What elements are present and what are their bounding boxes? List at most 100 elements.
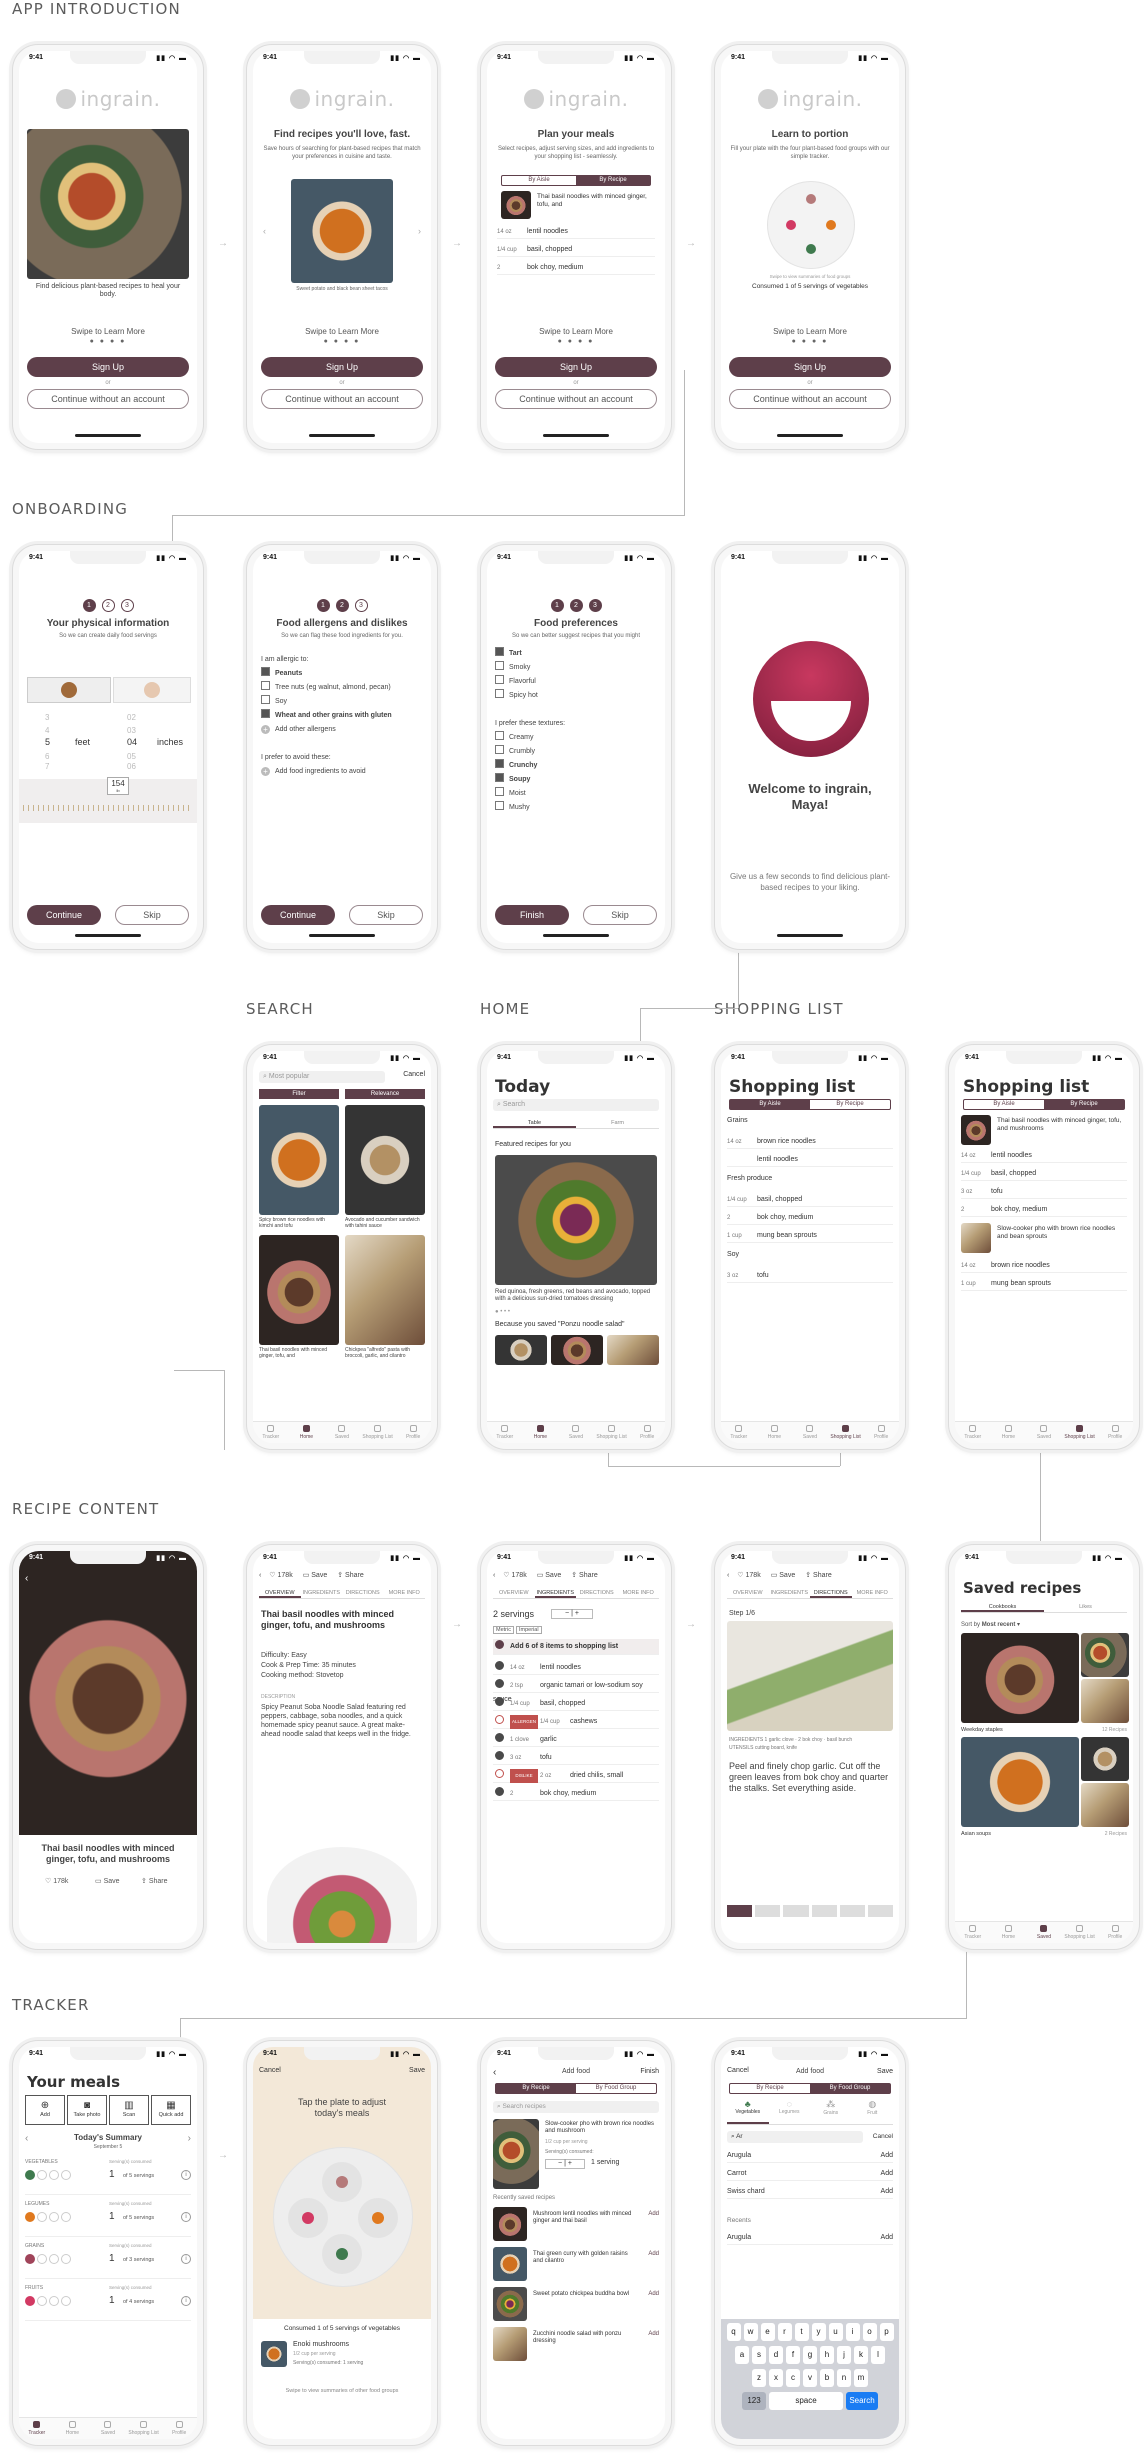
tab-tracker[interactable]: Tracker <box>955 1422 991 1443</box>
empty-serving-dot[interactable] <box>61 2296 71 2306</box>
tab-ingredients[interactable]: INGREDIENTS <box>769 1587 811 1598</box>
check-icon[interactable] <box>495 1733 504 1742</box>
key-o[interactable]: o <box>862 2323 877 2341</box>
tab-tracker[interactable]: Tracker <box>19 2418 55 2439</box>
share-button[interactable]: ⇪ Share <box>805 1572 832 1579</box>
list-item[interactable]: 1/4 cup basil, chopped <box>961 1167 1127 1181</box>
tab-likes[interactable]: Likes <box>1044 1601 1127 1612</box>
allergen-tree-nuts[interactable]: Tree nuts (eg walnut, almond, pecan) <box>261 681 423 695</box>
recipe-card-title[interactable]: Spicy brown rice noodles with kimchi and… <box>259 1217 339 1229</box>
recipe-thumb[interactable] <box>495 1335 547 1365</box>
pref-tart[interactable]: Tart <box>495 647 657 661</box>
key-123[interactable]: 123 <box>742 2392 766 2410</box>
check-icon[interactable] <box>495 1787 504 1796</box>
pref-spicy[interactable]: Spicy hot <box>495 689 657 703</box>
add-button[interactable]: Add <box>648 2331 659 2337</box>
tab-saved[interactable]: Saved <box>792 1422 828 1443</box>
sign-up-button[interactable]: Sign Up <box>729 357 891 377</box>
avatar-female[interactable] <box>113 677 191 703</box>
tab-profile[interactable]: Profile <box>161 2418 197 2439</box>
recipe-card-title[interactable]: Avocado and cucumber sandwich with tahin… <box>345 1217 425 1229</box>
tab-shopping[interactable]: Shopping List <box>360 1422 396 1443</box>
keyboard[interactable]: qwertyuiop asdfghjkl zxcvbnm 123 space Searc… <box>721 2319 899 2439</box>
search-input[interactable]: ⌕ Search <box>493 1099 659 1111</box>
key-g[interactable]: g <box>803 2346 817 2364</box>
continue-without-account-button[interactable]: Continue without an account <box>27 389 189 409</box>
key-s[interactable]: s <box>752 2346 766 2364</box>
list-item[interactable]: 2 bok choy, medium <box>961 1203 1127 1217</box>
key-h[interactable]: h <box>820 2346 834 2364</box>
key-v[interactable]: v <box>803 2369 817 2387</box>
save-button[interactable]: ▭ Save <box>537 1572 562 1579</box>
aisle-recipe-toggle[interactable]: By Aisle By Recipe <box>963 1099 1125 1110</box>
list-item[interactable]: 2 bok choy, medium <box>727 1211 893 1225</box>
tab-ingredients[interactable]: INGREDIENTS <box>301 1587 343 1598</box>
empty-serving-dot[interactable] <box>37 2296 47 2306</box>
list-item[interactable]: Carrot Add <box>727 2167 893 2181</box>
check-icon[interactable] <box>495 1679 504 1688</box>
key-p[interactable]: p <box>879 2323 894 2341</box>
height-picker[interactable]: 34 02 03 5 feet 04 inches 67 05 06 <box>19 711 197 773</box>
key-l[interactable]: l <box>871 2346 885 2364</box>
tex-crumbly[interactable]: Crumbly <box>495 745 657 759</box>
aisle-recipe-toggle[interactable]: By Aisle By Recipe <box>501 175 651 186</box>
key-k[interactable]: k <box>854 2346 868 2364</box>
back-icon[interactable]: ‹ <box>259 1572 263 1579</box>
skip-button[interactable]: Skip <box>115 905 189 925</box>
key-c[interactable]: c <box>786 2369 800 2387</box>
save-button[interactable]: ▭ Save <box>303 1572 328 1579</box>
servings-stepper[interactable]: − | + <box>545 2159 585 2169</box>
pref-smoky[interactable]: Smoky <box>495 661 657 675</box>
like-button[interactable]: ♡ 178k <box>269 1572 292 1579</box>
step-progress-bar[interactable] <box>727 1905 894 1917</box>
info-icon[interactable]: i <box>181 2212 191 2222</box>
tab-saved[interactable]: Saved <box>1026 1422 1062 1443</box>
save-button[interactable]: ▭ Save <box>771 1572 796 1579</box>
aisle-recipe-toggle[interactable]: By Aisle By Recipe <box>729 1099 891 1110</box>
page-dots[interactable]: ● ● ● ● <box>253 338 431 345</box>
tex-moist[interactable]: Moist <box>495 787 657 801</box>
ingredient-row[interactable]: DISLIKE 2 oz dried chilis, small <box>493 1769 659 1783</box>
key-j[interactable]: j <box>837 2346 851 2364</box>
tab-profile[interactable]: Profile <box>863 1422 899 1443</box>
tab-tracker[interactable]: Tracker <box>955 1922 991 1943</box>
portion-plate[interactable] <box>273 2147 413 2287</box>
tab-shopping[interactable]: Shopping List <box>594 1422 630 1443</box>
ingredient-row[interactable]: 14 oz lentil noodles <box>493 1661 659 1675</box>
empty-serving-dot[interactable] <box>49 2296 59 2306</box>
add-all-to-list[interactable]: Add 6 of 8 items to shopping list <box>493 1639 659 1655</box>
tab-saved[interactable]: Saved <box>558 1422 594 1443</box>
share-button[interactable]: ⇪ Share <box>571 1572 598 1579</box>
cancel-button[interactable]: Cancel <box>403 1071 425 1078</box>
tab-overview[interactable]: OVERVIEW <box>259 1587 301 1598</box>
cancel-button[interactable]: Cancel <box>259 2067 281 2074</box>
carousel-dots[interactable]: ● • • • <box>495 1309 510 1315</box>
back-icon[interactable]: ‹ <box>493 1572 497 1579</box>
recipe-card-title[interactable]: Thai basil noodles with minced ginger, t… <box>259 1347 339 1359</box>
empty-serving-dot[interactable] <box>49 2254 59 2264</box>
tab-vegetables[interactable]: ♣ Vegetables <box>727 2099 769 2124</box>
recipe-thumb[interactable] <box>551 1335 603 1365</box>
back-icon[interactable]: ‹ <box>727 1572 731 1579</box>
save-button[interactable]: Save <box>877 2068 893 2075</box>
tab-tracker[interactable]: Tracker <box>721 1422 757 1443</box>
finish-button[interactable]: Finish <box>495 905 569 925</box>
recipe-card-image[interactable] <box>345 1105 425 1215</box>
allergen-wheat[interactable]: Wheat and other grains with gluten <box>261 709 423 723</box>
continue-button[interactable]: Continue <box>261 905 335 925</box>
key-space[interactable]: space <box>769 2392 843 2410</box>
key-m[interactable]: m <box>854 2369 868 2387</box>
empty-serving-dot[interactable] <box>61 2212 71 2222</box>
tab-saved[interactable]: Saved <box>324 1422 360 1443</box>
recipe-card-image[interactable] <box>259 1235 339 1345</box>
key-a[interactable]: a <box>735 2346 749 2364</box>
allergen-peanuts[interactable]: Peanuts <box>261 667 423 681</box>
tab-profile[interactable]: Profile <box>629 1422 665 1443</box>
tab-shopping[interactable]: Shopping List <box>1062 1922 1098 1943</box>
key-z[interactable]: z <box>752 2369 766 2387</box>
quick-add-button[interactable]: ▦ Quick add <box>151 2095 191 2125</box>
tab-table[interactable]: Table <box>493 1117 576 1128</box>
like-button[interactable]: ♡ 178k <box>737 1572 760 1579</box>
unit-toggle[interactable]: Metric Imperial <box>493 1626 542 1634</box>
cancel-search-button[interactable]: Cancel <box>873 2133 893 2140</box>
